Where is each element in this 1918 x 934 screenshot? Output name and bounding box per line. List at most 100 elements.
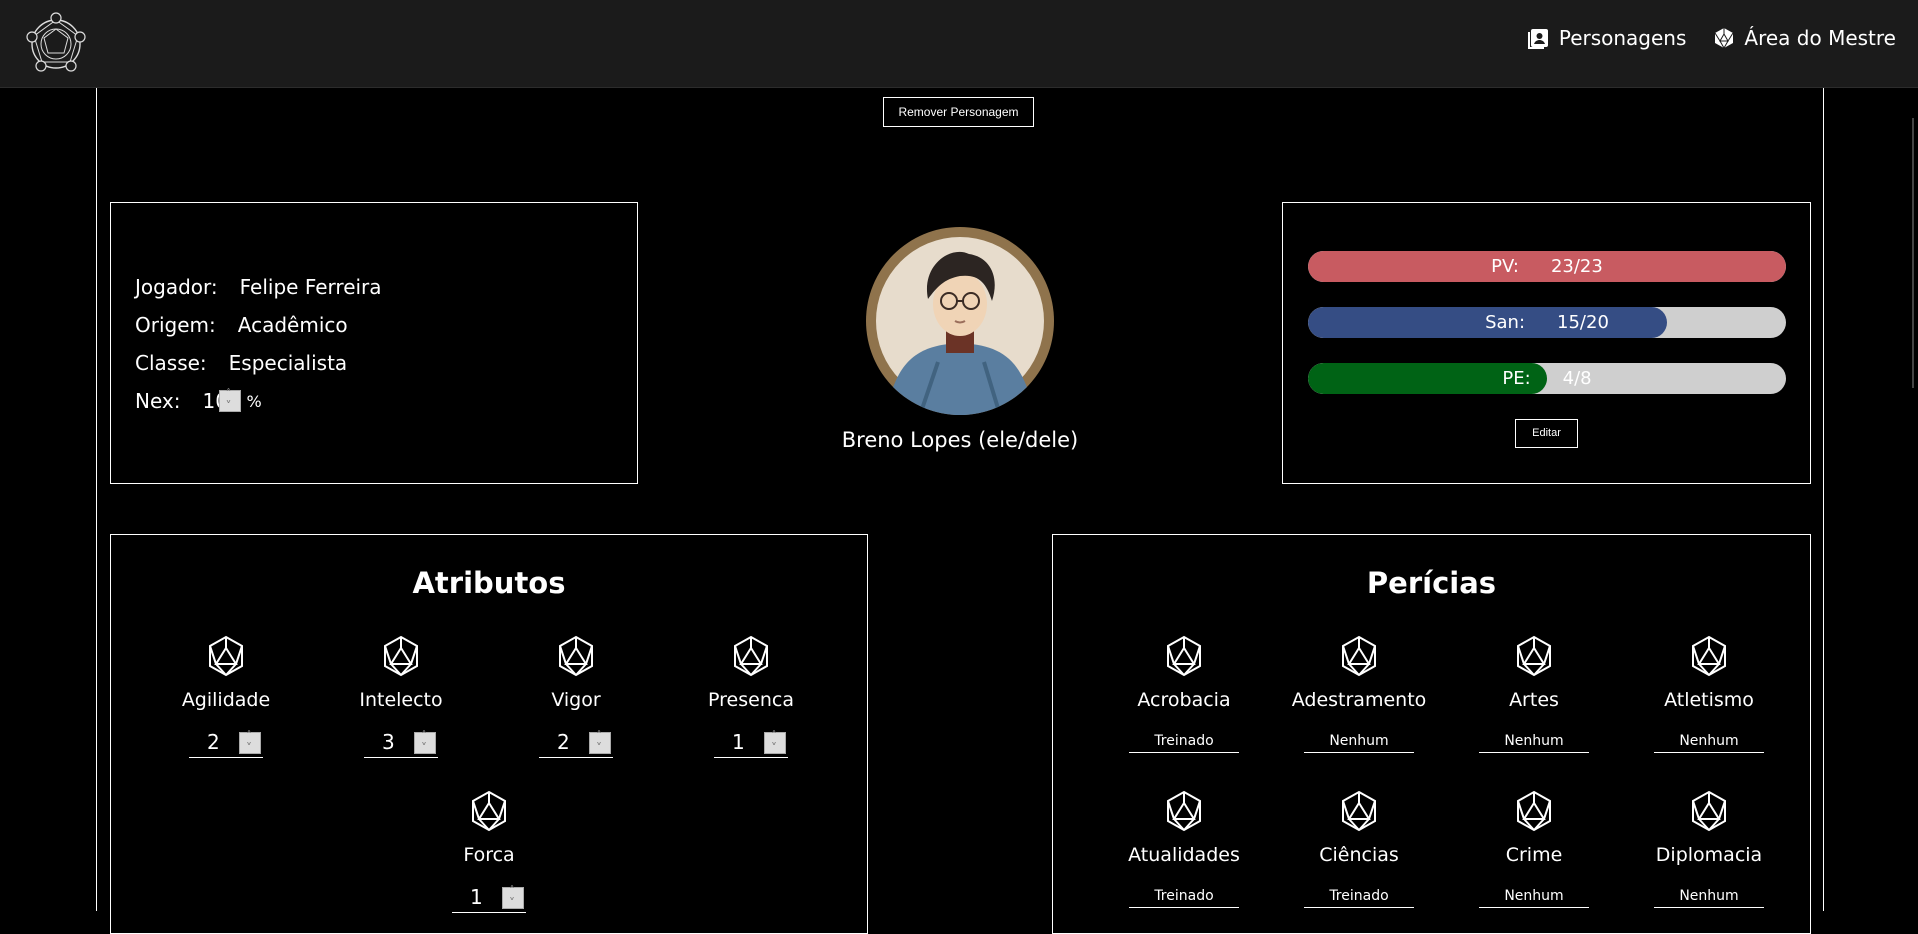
attribute-label: Presenca (708, 689, 794, 711)
character-info-panel: Jogador: Felipe Ferreira Origem: Acadêmi… (110, 202, 638, 484)
nex-stepper[interactable] (218, 387, 241, 413)
attribute-value-input[interactable]: 3 (364, 729, 438, 758)
pv-bar: PV: 23/23 (1308, 251, 1786, 282)
attribute-stepper[interactable] (239, 729, 261, 755)
pe-label: PE: (1502, 368, 1531, 389)
skill-training-select[interactable]: Nenhum (1654, 886, 1764, 908)
skill-atletismo: Atletismo Nenhum (1634, 635, 1784, 753)
skill-label: Crime (1505, 844, 1563, 866)
d20-icon[interactable] (1515, 635, 1553, 677)
skill-training-select[interactable]: Treinado (1129, 731, 1239, 753)
d20-icon[interactable] (382, 635, 420, 677)
san-value: 15/20 (1557, 312, 1609, 333)
character-avatar (866, 227, 1054, 415)
attributes-panel: Atributos Agilidade 2 Intelecto 3 Vigor … (110, 534, 868, 934)
d20-icon[interactable] (1690, 790, 1728, 832)
class-row: Classe: Especialista (135, 351, 347, 375)
origin-value: Acadêmico (237, 313, 348, 337)
attribute-value: 1 (470, 885, 483, 909)
d20-icon[interactable] (1690, 635, 1728, 677)
attribute-label: Agilidade (181, 689, 271, 711)
d20-icon[interactable] (207, 635, 245, 677)
class-value: Especialista (228, 351, 348, 375)
attribute-stepper[interactable] (502, 884, 524, 910)
skill-label: Acrobacia (1137, 689, 1231, 711)
pe-value: 4/8 (1562, 368, 1592, 389)
attribute-intelecto: Intelecto 3 (326, 635, 476, 758)
attribute-value: 3 (382, 730, 395, 754)
skill-label: Artes (1509, 689, 1559, 711)
san-bar: San: 15/20 (1308, 307, 1786, 338)
d20-icon[interactable] (1515, 790, 1553, 832)
nav-characters-label: Personagens (1558, 26, 1687, 50)
skill-training-select[interactable]: Nenhum (1479, 886, 1589, 908)
d20-icon[interactable] (732, 635, 770, 677)
skill-adestramento: Adestramento Nenhum (1284, 635, 1434, 753)
scrollbar[interactable] (1912, 118, 1914, 388)
nex-unit: % (246, 391, 262, 411)
attribute-stepper[interactable] (414, 729, 436, 755)
nav-master-area-label: Área do Mestre (1744, 26, 1896, 50)
skill-label: Adestramento (1291, 689, 1427, 711)
d20-icon (1714, 28, 1734, 49)
attribute-vigor: Vigor 2 (501, 635, 651, 758)
origin-row: Origem: Acadêmico (135, 313, 348, 337)
skill-acrobacia: Acrobacia Treinado (1109, 635, 1259, 753)
skills-panel: Perícias Acrobacia Treinado Adestramento… (1052, 534, 1811, 934)
skill-label: Atletismo (1664, 689, 1754, 711)
d20-icon[interactable] (470, 790, 508, 832)
character-portrait-illustration (876, 237, 1044, 415)
d20-icon[interactable] (1165, 635, 1203, 677)
character-name: Breno Lopes (ele/dele) (841, 428, 1079, 452)
edit-status-button[interactable]: Editar (1515, 419, 1578, 448)
attribute-label: Vigor (551, 689, 601, 711)
skill-training-select[interactable]: Nenhum (1479, 731, 1589, 753)
skill-training-select[interactable]: Nenhum (1654, 731, 1764, 753)
attribute-stepper[interactable] (764, 729, 786, 755)
san-label: San: (1485, 312, 1526, 333)
d20-icon[interactable] (1340, 635, 1378, 677)
nex-label: Nex: (135, 389, 181, 413)
skill-label: Atualidades (1128, 844, 1240, 866)
attribute-agilidade: Agilidade 2 (151, 635, 301, 758)
skills-title: Perícias (1366, 566, 1497, 600)
attributes-title: Atributos (412, 566, 566, 600)
nav-master-area[interactable]: Área do Mestre (1712, 26, 1896, 50)
d20-icon[interactable] (557, 635, 595, 677)
top-navigation-bar: Personagens Área do Mestre (0, 0, 1918, 88)
sigil-logo-icon[interactable] (24, 10, 88, 74)
player-row: Jogador: Felipe Ferreira (135, 275, 382, 299)
skill-label: Ciências (1319, 844, 1399, 866)
attribute-value: 1 (732, 730, 745, 754)
status-panel: PV: 23/23 San: 15/20 PE: 4/8 Editar (1282, 202, 1811, 484)
attribute-value-input[interactable]: 2 (189, 729, 263, 758)
attribute-value: 2 (557, 730, 570, 754)
player-label: Jogador: (135, 275, 218, 299)
pv-label: PV: (1491, 256, 1519, 277)
nav-characters[interactable]: Personagens (1527, 26, 1687, 50)
skill-diplomacia: Diplomacia Nenhum (1634, 790, 1784, 908)
nex-input[interactable]: 10 (203, 387, 241, 413)
attribute-value-input[interactable]: 1 (714, 729, 788, 758)
skill-atualidades: Atualidades Treinado (1109, 790, 1259, 908)
pe-bar: PE: 4/8 (1308, 363, 1786, 394)
contact-card-icon (1527, 29, 1548, 49)
attribute-stepper[interactable] (589, 729, 611, 755)
skill-training-select[interactable]: Treinado (1304, 886, 1414, 908)
remove-character-button[interactable]: Remover Personagem (883, 97, 1034, 127)
attribute-label: Forca (463, 844, 515, 866)
origin-label: Origem: (135, 313, 216, 337)
d20-icon[interactable] (1340, 790, 1378, 832)
attribute-label: Intelecto (359, 689, 443, 711)
attribute-value-input[interactable]: 1 (452, 884, 526, 913)
skill-label: Diplomacia (1655, 844, 1763, 866)
attribute-forca: Forca 1 (414, 790, 564, 913)
skill-training-select[interactable]: Treinado (1129, 886, 1239, 908)
attribute-value: 2 (207, 730, 220, 754)
skill-training-select[interactable]: Nenhum (1304, 731, 1414, 753)
d20-icon[interactable] (1165, 790, 1203, 832)
skill-ciencias: Ciências Treinado (1284, 790, 1434, 908)
attribute-value-input[interactable]: 2 (539, 729, 613, 758)
class-label: Classe: (135, 351, 207, 375)
player-value: Felipe Ferreira (239, 275, 382, 299)
